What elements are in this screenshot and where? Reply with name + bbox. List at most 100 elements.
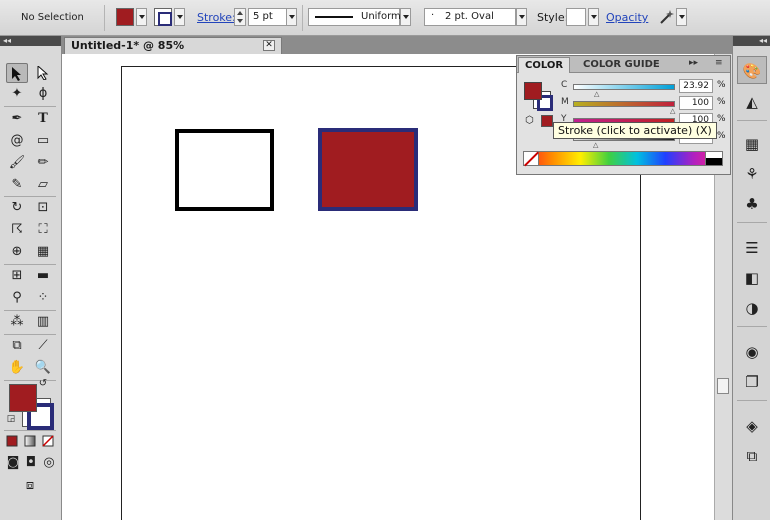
screen-mode-icon[interactable]: ⧈ [18,476,42,494]
tab-color[interactable]: COLOR [518,57,571,73]
brush-definition[interactable]: · 2 pt. Oval [424,8,516,26]
layers-icon[interactable]: ◈ [741,416,763,436]
none-mode-button[interactable] [40,432,56,448]
slider-thumb[interactable]: △ [670,107,675,115]
slider-value-input[interactable]: 100 [679,96,713,110]
graphic-style-swatch[interactable] [566,8,586,26]
panel-fill-swatch[interactable] [524,82,542,100]
percent-unit: % [717,131,726,141]
default-fill-stroke-icon[interactable]: ◲ [4,412,18,426]
variable-width-profile[interactable]: Uniform [308,8,401,26]
gradient-tool[interactable]: ▬ [32,266,54,286]
scrollbar-thumb[interactable] [717,378,729,394]
pen-tool[interactable]: ✒ [6,109,28,129]
slider-thumb[interactable]: △ [594,90,599,98]
percent-unit: % [717,80,726,90]
stroke-panel-link[interactable]: Stroke: [197,11,236,24]
panel-menu-icon[interactable]: ≡ [715,58,723,68]
red-rectangle-shape[interactable] [318,128,418,211]
opacity-link[interactable]: Opacity [606,11,648,24]
collapse-panel-icon[interactable]: ▸▸ [689,58,698,68]
style-label: Style: [537,11,569,24]
control-bar: No Selection Stroke: 5 pt Uniform · 2 pt… [0,0,770,36]
stroke-color-swatch[interactable] [154,8,172,26]
rectangle-tool[interactable]: ▭ [32,131,54,151]
scale-tool[interactable]: ⊡ [32,198,54,218]
warp-tool[interactable]: ☈ [6,220,28,240]
stroke-weight-dropdown[interactable] [286,8,297,26]
style-dropdown[interactable] [588,8,599,26]
column-graph-tool[interactable]: ▥ [32,312,54,332]
dock-header[interactable]: ◂◂ [733,36,770,46]
transparency-icon[interactable]: ◑ [741,298,763,318]
blob-brush-tool[interactable]: ✎ [6,175,28,195]
slider-track[interactable] [573,84,675,90]
magic-wand-tool[interactable]: ✦ [6,84,28,104]
tools-panel-header[interactable]: ◂◂ [0,36,61,46]
type-tool[interactable]: T [32,109,54,129]
fill-color-swatch[interactable] [116,8,134,26]
draw-inside-icon[interactable]: ◎ [40,453,58,471]
graphic-styles-icon[interactable]: ❐ [741,372,763,392]
blend-tool[interactable]: ⁘ [32,288,54,308]
last-color-swatch[interactable] [541,115,553,127]
slider-value-input[interactable]: 23.92 [679,79,713,93]
out-of-gamut-cube-icon[interactable]: ⬡ [525,115,534,126]
artboards-icon[interactable]: ⧉ [741,446,763,466]
gradient-mode-button[interactable] [22,432,38,448]
perspective-grid-tool[interactable]: ▦ [32,242,54,262]
color-spectrum-bar[interactable] [523,151,723,166]
white-rectangle-shape[interactable] [175,129,274,211]
artboard-tool[interactable]: ⧉ [6,336,28,356]
rotate-tool[interactable]: ↻ [6,198,28,218]
tab-color-guide[interactable]: COLOR GUIDE [577,57,666,73]
symbols-icon[interactable]: ♣ [741,194,763,214]
draw-normal-icon[interactable]: ◙ [4,453,22,471]
black-swatch[interactable] [706,158,722,165]
spiral-tool[interactable]: @ [6,131,28,151]
stroke-weight-input[interactable]: 5 pt [248,8,288,26]
free-transform-tool[interactable]: ⛶ [32,220,54,240]
appearance-icon[interactable]: ◉ [741,342,763,362]
profile-dropdown[interactable] [400,8,411,26]
recolor-dropdown[interactable] [676,8,687,26]
color-panel-icon[interactable]: 🎨 [737,56,767,84]
slice-tool[interactable]: ⟋ [32,336,54,356]
eraser-tool[interactable]: ▱ [32,175,54,195]
mesh-tool[interactable]: ⊞ [6,266,28,286]
stroke-panel-icon[interactable]: ☰ [741,238,763,258]
stroke-dropdown-arrow[interactable] [174,8,185,26]
document-tab-bar: Untitled-1* @ 85% (CMYK/Preview) ✕ [62,36,732,67]
divider [737,120,767,121]
slider-track[interactable] [573,101,675,107]
color-mode-button[interactable] [4,432,20,448]
hand-tool[interactable]: ✋ [6,358,28,378]
fill-box[interactable] [9,384,37,412]
stroke-weight-spinner[interactable] [234,8,246,26]
pencil-tool[interactable]: ✏ [32,153,54,173]
recolor-artwork-icon[interactable] [657,8,677,28]
fill-dropdown-arrow[interactable] [136,8,147,26]
swatches-icon[interactable]: ▦ [741,134,763,154]
lasso-tool[interactable]: ϕ [32,84,54,104]
none-color-swatch[interactable] [523,151,539,166]
divider [737,400,767,401]
draw-behind-icon[interactable]: ◘ [22,453,40,471]
brushes-icon[interactable]: ⚘ [741,164,763,184]
selection-tool[interactable] [6,63,28,83]
shape-builder-tool[interactable]: ⊕ [6,242,28,262]
gradient-panel-icon[interactable]: ◧ [741,268,763,288]
close-tab-icon[interactable]: ✕ [263,40,275,51]
swap-fill-stroke-icon[interactable]: ↺ [36,377,50,391]
brush-dropdown[interactable] [516,8,527,26]
brush-label: 2 pt. Oval [445,11,494,22]
slider-thumb[interactable]: △ [593,141,598,149]
paintbrush-tool[interactable]: 🖌 [6,153,28,173]
zoom-tool[interactable]: 🔍 [32,358,54,378]
symbol-sprayer-tool[interactable]: ⁂ [6,312,28,332]
direct-selection-tool[interactable] [32,63,54,83]
black-white-swatch[interactable] [705,151,723,166]
color-guide-icon[interactable]: ◭ [741,92,763,112]
eyedropper-tool[interactable]: ⚲ [6,288,28,308]
document-tab[interactable]: Untitled-1* @ 85% (CMYK/Preview) ✕ [64,37,282,67]
